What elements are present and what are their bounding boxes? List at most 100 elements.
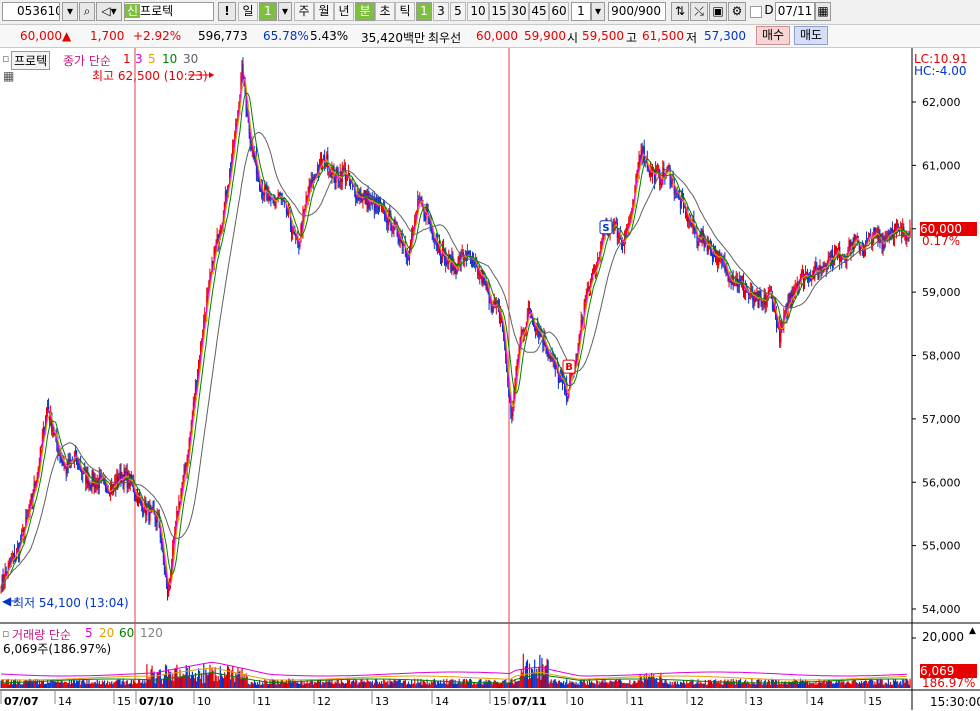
volume-bar xyxy=(767,679,769,688)
volume-bar xyxy=(148,677,150,688)
volume-bar xyxy=(678,684,681,688)
volume-bar xyxy=(249,684,251,688)
interval-10-button[interactable]: 10 xyxy=(467,2,489,21)
volume-bar xyxy=(386,682,388,688)
volume-bar xyxy=(251,682,253,688)
grid-toggle-icon[interactable]: ▦ xyxy=(3,69,14,83)
pane-collapse-icon[interactable]: ▲ xyxy=(969,626,976,636)
minute-button[interactable]: 분 xyxy=(355,2,375,21)
volume-bar xyxy=(302,684,304,688)
volume-bar xyxy=(165,665,168,688)
volume-bar xyxy=(745,679,747,688)
volume-bar xyxy=(606,682,608,688)
volume-bar xyxy=(224,676,227,688)
volume-bar xyxy=(210,672,212,688)
volume-bar xyxy=(888,684,890,688)
buy-button[interactable]: 매수 xyxy=(756,26,790,45)
period-day-button[interactable]: 일 xyxy=(238,2,258,21)
dropdown-arrow-icon[interactable]: ▾ xyxy=(62,2,78,21)
tick-button[interactable]: 틱 xyxy=(395,2,415,21)
x-tick-label: 14 xyxy=(435,695,449,708)
price-chart[interactable]: 62,00061,00060,00059,00058,00057,00056,0… xyxy=(0,48,980,711)
volume-bar xyxy=(549,681,551,688)
volume-bar xyxy=(901,684,903,688)
volume-bar xyxy=(304,683,306,688)
gear-icon[interactable]: ⚙ xyxy=(728,2,746,21)
volume-bar xyxy=(101,680,104,688)
x-tick-label: 07/11 xyxy=(512,695,547,708)
ask-price: 60,000 xyxy=(476,29,518,43)
checkbox-d[interactable] xyxy=(750,6,762,18)
interval-15-button[interactable]: 15 xyxy=(489,2,509,21)
legend-ma-5: 5 xyxy=(148,52,156,66)
volume-value: 596,773 xyxy=(198,29,248,43)
volume-bar xyxy=(768,680,771,688)
period-num-button[interactable]: 1 xyxy=(259,2,277,21)
volume-bar xyxy=(270,683,272,688)
volume-bar xyxy=(687,683,689,688)
volume-bar xyxy=(332,683,334,688)
volume-bar xyxy=(78,680,80,688)
volume-bar xyxy=(403,680,405,688)
volume-bar xyxy=(633,680,635,688)
volume-bar xyxy=(344,683,347,688)
count-dropdown-icon[interactable]: ▾ xyxy=(591,2,605,21)
interval-5-button[interactable]: 5 xyxy=(450,2,466,21)
volume-bar xyxy=(636,682,638,688)
volume-bar xyxy=(110,683,112,688)
volume-bar xyxy=(66,683,68,688)
volume-bar xyxy=(512,682,514,688)
volume-bar xyxy=(118,679,120,688)
volume-bar xyxy=(566,679,568,688)
sell-button[interactable]: 매도 xyxy=(794,26,828,45)
volume-bar xyxy=(447,684,449,688)
volume-bar xyxy=(143,683,145,688)
alert-button[interactable]: ! xyxy=(218,2,236,21)
volume-bar xyxy=(363,680,365,688)
week-button[interactable]: 주 xyxy=(294,2,314,21)
legend-stock-name[interactable]: 프로텍 xyxy=(11,51,51,70)
interval-30-button[interactable]: 30 xyxy=(509,2,529,21)
count-input[interactable]: 1 xyxy=(571,2,591,21)
volume-bar xyxy=(480,679,482,688)
stock-code-input[interactable]: 053610 xyxy=(2,2,60,21)
volume-bar xyxy=(618,679,621,688)
volume-bar xyxy=(248,684,250,688)
volume-bar xyxy=(387,680,389,688)
interval-3-button[interactable]: 3 xyxy=(433,2,449,21)
chart-tools-icon[interactable]: ⇅ xyxy=(671,2,689,21)
volume-bar xyxy=(115,680,117,688)
search-icon[interactable]: ⌕ xyxy=(79,2,95,21)
interval-1-button[interactable]: 1 xyxy=(416,2,432,21)
volume-bar xyxy=(882,684,884,688)
period-dropdown-icon[interactable]: ▾ xyxy=(278,2,292,21)
stock-name-field[interactable]: 신 프로텍 xyxy=(124,2,214,21)
date-input[interactable]: 07/11 xyxy=(775,2,815,21)
volume-bar xyxy=(730,679,732,688)
volume-bar xyxy=(86,679,88,688)
volume-bar xyxy=(41,681,44,688)
volume-bar xyxy=(539,654,541,688)
volume-bar xyxy=(779,683,781,688)
range-input[interactable]: 900/900 xyxy=(608,2,666,21)
indicator-icon[interactable]: ⤯ xyxy=(690,2,708,21)
volume-bar xyxy=(163,674,166,688)
month-button[interactable]: 월 xyxy=(314,2,334,21)
volume-bar xyxy=(620,681,623,688)
second-button[interactable]: 초 xyxy=(375,2,395,21)
save-icon[interactable]: ▣ xyxy=(709,2,727,21)
speaker-icon[interactable]: ◁▾ xyxy=(96,2,122,21)
volume-bar xyxy=(842,682,844,688)
volume-bar xyxy=(388,684,390,688)
volume-bar xyxy=(61,681,63,688)
volume-bar xyxy=(11,684,14,688)
volume-bar xyxy=(553,679,555,688)
calendar-icon[interactable]: ▦ xyxy=(815,2,831,21)
interval-60-button[interactable]: 60 xyxy=(549,2,569,21)
volume-bar xyxy=(347,680,350,688)
volume-bar xyxy=(741,682,744,688)
volume-bar xyxy=(551,682,553,688)
year-button[interactable]: 년 xyxy=(334,2,354,21)
candle-body xyxy=(263,194,265,196)
interval-45-button[interactable]: 45 xyxy=(529,2,549,21)
